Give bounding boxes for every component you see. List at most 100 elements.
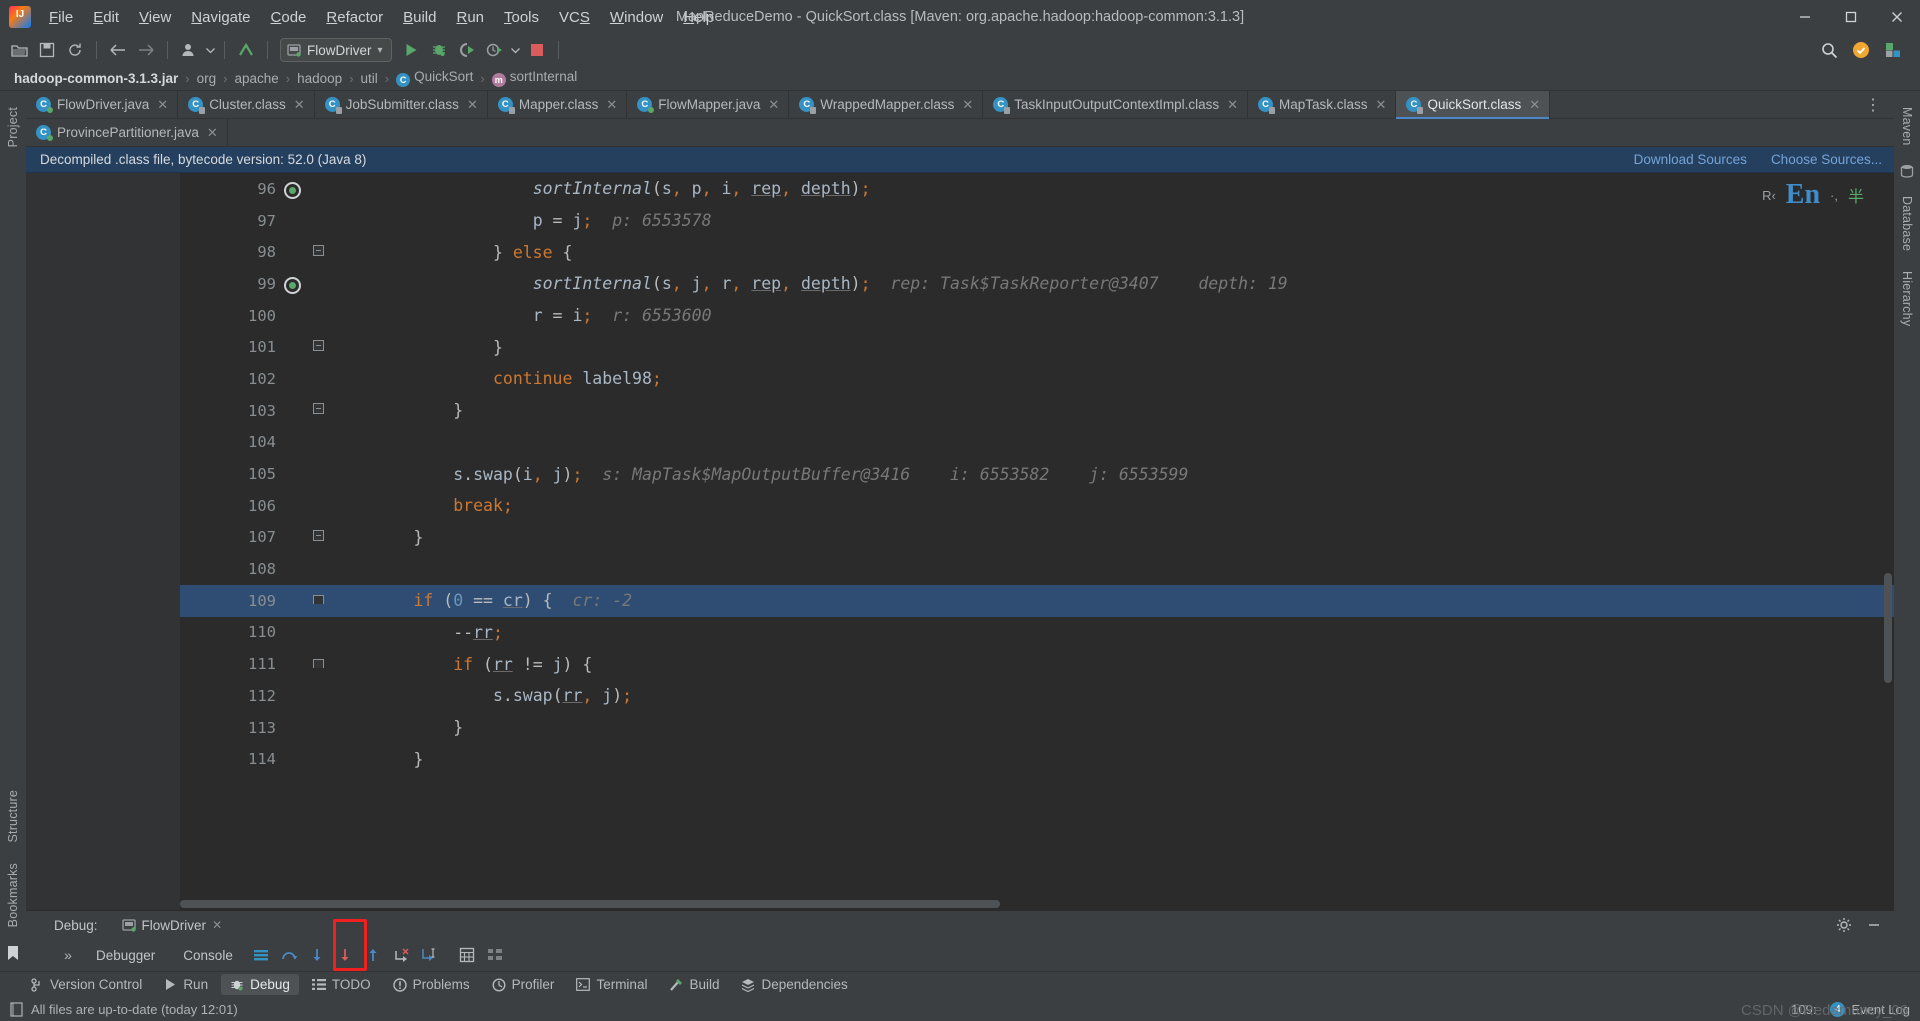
close-tab-icon[interactable]: ✕ xyxy=(1529,97,1540,113)
vertical-dots-icon[interactable]: ⋮ xyxy=(1853,91,1894,118)
tool-window-build[interactable]: Build xyxy=(660,974,728,995)
menu-build[interactable]: Build xyxy=(393,5,446,30)
code-scroll-area[interactable]: 96 sortInternal(s, p, i, rep, depth); 97 … xyxy=(180,173,1894,910)
run-to-cursor-icon[interactable] xyxy=(415,942,443,968)
code-line[interactable]: 105 s.swap(i, j); s: MapTask$MapOutputBu… xyxy=(180,458,1894,490)
hud-halfwidth-indicator[interactable]: 半 xyxy=(1848,183,1864,207)
plugin-icon[interactable] xyxy=(1880,38,1906,62)
menu-refactor[interactable]: Refactor xyxy=(316,5,393,30)
tool-window-run[interactable]: Run xyxy=(155,974,217,995)
breadcrumb-item-apache[interactable]: apache xyxy=(234,71,278,86)
show-execution-point-icon[interactable] xyxy=(247,942,275,968)
breadcrumb-item-org[interactable]: org xyxy=(197,71,217,86)
hud-language-indicator[interactable]: En xyxy=(1786,179,1820,211)
tool-window-profiler[interactable]: Profiler xyxy=(483,974,564,995)
search-icon[interactable] xyxy=(1816,38,1842,62)
code-line[interactable]: 99 sortInternal(s, j, r, rep, depth); re… xyxy=(180,268,1894,300)
execution-frame-icon[interactable] xyxy=(280,274,304,294)
step-into-icon[interactable] xyxy=(303,942,331,968)
breadcrumb-item-sortinternal[interactable]: m sortInternal xyxy=(491,69,577,87)
close-tab-icon[interactable]: ✕ xyxy=(1376,97,1387,113)
tab-debugger[interactable]: Debugger xyxy=(82,948,169,963)
force-step-into-icon[interactable] xyxy=(331,942,359,968)
breadcrumb-item-hadoop[interactable]: hadoop xyxy=(297,71,342,86)
tool-window-todo[interactable]: TODO xyxy=(303,974,380,995)
execution-point-icon[interactable] xyxy=(280,179,304,199)
breadcrumb-item-quicksort[interactable]: C QuickSort xyxy=(396,69,473,87)
editor-tab-mapper-class[interactable]: C Mapper.class ✕ xyxy=(488,91,628,118)
user-icon[interactable] xyxy=(176,38,202,62)
download-sources-link[interactable]: Download Sources xyxy=(1634,152,1747,167)
menu-tools[interactable]: Tools xyxy=(494,5,549,30)
sidebar-item-project[interactable]: Project xyxy=(6,97,20,157)
profiler-caret-icon[interactable] xyxy=(510,38,522,62)
code-line[interactable]: 104 xyxy=(180,427,1894,459)
editor-tab-wrappedmapper-class[interactable]: C WrappedMapper.class ✕ xyxy=(789,91,984,118)
gear-icon[interactable] xyxy=(1836,917,1852,933)
debug-button[interactable] xyxy=(426,38,452,62)
tool-window-debug[interactable]: Debug xyxy=(221,974,299,995)
code-fold-toggle[interactable] xyxy=(311,339,325,355)
debug-session-tab[interactable]: FlowDriver ✕ xyxy=(114,915,231,936)
horizontal-scrollbar[interactable] xyxy=(180,900,1000,908)
code-line[interactable]: 97 p = j; p: 6553578 xyxy=(180,205,1894,237)
user-dropdown-caret-icon[interactable] xyxy=(204,38,216,62)
code-line[interactable]: 100 r = i; r: 6553600 xyxy=(180,300,1894,332)
code-fold-toggle[interactable] xyxy=(311,403,325,418)
minimize-panel-icon[interactable] xyxy=(1866,917,1882,933)
code-line[interactable]: 108 xyxy=(180,553,1894,585)
chevron-down-icon[interactable]: ▾ xyxy=(378,45,383,56)
editor-tab-cluster-class[interactable]: C Cluster.class ✕ xyxy=(178,91,315,118)
code-line[interactable]: 112 s.swap(rr, j); xyxy=(180,680,1894,712)
editor-tab-flowmapper-java[interactable]: C FlowMapper.java ✕ xyxy=(627,91,790,118)
editor-tab-flowdriver-java[interactable]: C FlowDriver.java ✕ xyxy=(26,91,179,118)
back-arrow-icon[interactable] xyxy=(105,38,131,62)
layout-settings-icon[interactable] xyxy=(481,942,509,968)
maximize-button[interactable] xyxy=(1828,0,1874,34)
profiler-button[interactable] xyxy=(482,38,508,62)
run-configuration-selector[interactable]: FlowDriver ▾ xyxy=(280,38,392,62)
code-line[interactable]: 106 break; xyxy=(180,490,1894,522)
step-out-icon[interactable] xyxy=(359,942,387,968)
menu-file[interactable]: File xyxy=(39,5,83,30)
event-log-button[interactable]: 4 Event Log xyxy=(1830,1001,1910,1017)
breadcrumb-item-hadoop-common-3-1-3-jar[interactable]: hadoop-common-3.1.3.jar xyxy=(14,71,178,86)
evaluate-expression-icon[interactable] xyxy=(453,942,481,968)
close-tab-icon[interactable]: ✕ xyxy=(467,97,478,113)
code-line[interactable]: 107 } xyxy=(180,522,1894,554)
editor-tab-jobsubmitter-class[interactable]: C JobSubmitter.class ✕ xyxy=(315,91,488,118)
refresh-icon[interactable] xyxy=(62,38,88,62)
tool-window-terminal[interactable]: Terminal xyxy=(567,974,656,995)
open-folder-icon[interactable] xyxy=(6,38,32,62)
bookmark-icon[interactable] xyxy=(7,945,19,961)
code-line[interactable]: 102 continue label98; xyxy=(180,363,1894,395)
save-icon[interactable] xyxy=(34,38,60,62)
menu-edit[interactable]: Edit xyxy=(83,5,129,30)
editor-tab-provincepartitioner-java[interactable]: C ProvincePartitioner.java ✕ xyxy=(26,119,228,146)
code-fold-toggle[interactable] xyxy=(311,529,325,545)
sidebar-item-database[interactable]: Database xyxy=(1900,186,1914,261)
close-tab-icon[interactable]: ✕ xyxy=(962,97,973,113)
tool-window-dependencies[interactable]: Dependencies xyxy=(732,974,856,995)
menu-navigate[interactable]: Navigate xyxy=(181,5,260,30)
debug-session-close-icon[interactable]: ✕ xyxy=(212,918,222,932)
tool-window-version-control[interactable]: Version Control xyxy=(22,974,151,995)
minimize-button[interactable] xyxy=(1782,0,1828,34)
sidebar-item-structure[interactable]: Structure xyxy=(6,780,20,853)
sidebar-item-bookmarks[interactable]: Bookmarks xyxy=(6,853,20,937)
close-tab-icon[interactable]: ✕ xyxy=(768,97,779,113)
database-icon[interactable] xyxy=(1900,164,1914,178)
expand-panel-icon[interactable]: » xyxy=(54,942,82,968)
code-line[interactable]: 114 } xyxy=(180,743,1894,775)
breadcrumb-item-util[interactable]: util xyxy=(361,71,378,86)
sidebar-item-hierarchy[interactable]: Hierarchy xyxy=(1900,261,1914,336)
update-arrow-icon[interactable] xyxy=(233,38,259,62)
run-with-coverage-button[interactable] xyxy=(454,38,480,62)
step-over-icon[interactable] xyxy=(275,942,303,968)
menu-help[interactable]: Help xyxy=(673,5,724,30)
notification-icon[interactable] xyxy=(1848,38,1874,62)
code-line[interactable]: 110 --rr; xyxy=(180,617,1894,649)
close-tab-icon[interactable]: ✕ xyxy=(606,97,617,113)
code-line[interactable]: 109 if (0 == cr) { cr: -2 xyxy=(180,584,1894,617)
close-button[interactable] xyxy=(1874,0,1920,34)
